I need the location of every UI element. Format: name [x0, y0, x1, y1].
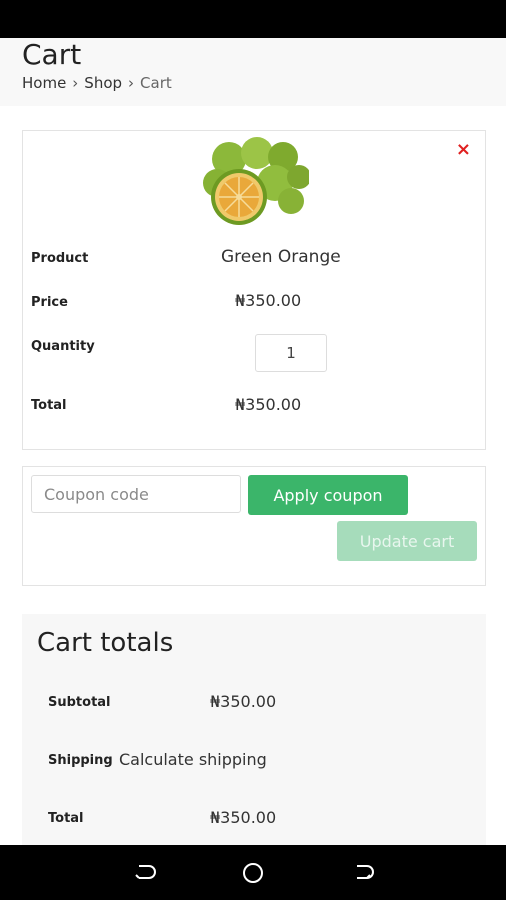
- coupon-code-input[interactable]: [31, 475, 241, 513]
- breadcrumb-separator: ›: [72, 74, 79, 92]
- subtotal-value: ₦350.00: [210, 692, 277, 711]
- page-header: Cart Home › Shop › Cart: [0, 38, 506, 106]
- product-image: [203, 137, 309, 225]
- quantity-label: Quantity: [31, 339, 95, 354]
- home-nav-icon[interactable]: [240, 860, 266, 886]
- cart-item: × Product Green Orange Price ₦350.00 Qua…: [22, 130, 486, 450]
- remove-item-button[interactable]: ×: [456, 139, 471, 160]
- page-title: Cart: [22, 38, 82, 71]
- system-nav-bar: [0, 845, 506, 900]
- back-nav-icon[interactable]: [131, 860, 157, 886]
- item-total-value: ₦350.00: [235, 395, 302, 414]
- total-label: Total: [31, 398, 67, 413]
- update-cart-button[interactable]: Update cart: [337, 521, 477, 561]
- cart-totals: Cart totals Subtotal ₦350.00 Shipping Ca…: [22, 614, 486, 846]
- calculate-shipping-link[interactable]: Calculate shipping: [119, 750, 267, 769]
- status-bar: [0, 0, 506, 38]
- shipping-label: Shipping: [48, 753, 113, 768]
- breadcrumb: Home › Shop › Cart: [22, 74, 172, 92]
- grand-total-label: Total: [48, 811, 84, 826]
- breadcrumb-home[interactable]: Home: [22, 74, 66, 92]
- quantity-input[interactable]: [255, 334, 327, 372]
- breadcrumb-separator: ›: [128, 74, 135, 92]
- price-label: Price: [31, 295, 68, 310]
- breadcrumb-shop[interactable]: Shop: [84, 74, 122, 92]
- breadcrumb-cart: Cart: [140, 74, 172, 92]
- subtotal-label: Subtotal: [48, 695, 111, 710]
- grand-total-value: ₦350.00: [210, 808, 277, 827]
- apply-coupon-button[interactable]: Apply coupon: [248, 475, 408, 515]
- product-name[interactable]: Green Orange: [221, 247, 341, 267]
- price-value: ₦350.00: [235, 291, 302, 310]
- product-label: Product: [31, 251, 89, 266]
- cart-totals-title: Cart totals: [37, 628, 174, 658]
- coupon-section: Apply coupon Update cart: [22, 466, 486, 586]
- recents-nav-icon[interactable]: [349, 860, 375, 886]
